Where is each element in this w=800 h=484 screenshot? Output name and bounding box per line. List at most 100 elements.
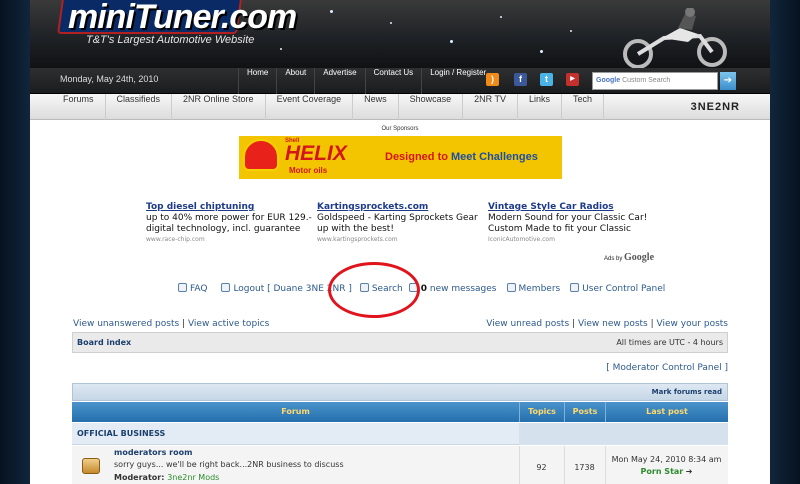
topics-column-header: Topics (519, 402, 564, 422)
faq-label: FAQ (190, 284, 208, 294)
logout-icon (221, 283, 231, 292)
current-date: Monday, May 24th, 2010 (60, 74, 159, 84)
nav-advertise[interactable]: Advertise (314, 68, 364, 94)
ads-by-google[interactable]: Ads by Google (604, 252, 654, 263)
members-label: Members (518, 284, 561, 294)
forum-category[interactable]: OFFICIAL BUSINESS (72, 423, 728, 445)
faq-link[interactable]: FAQ (178, 283, 207, 294)
separator: | (572, 319, 576, 329)
main-content: Our Sponsors Shell HELIX Motor oils Desi… (30, 120, 770, 484)
nav-about[interactable]: About (276, 68, 314, 94)
top-nav-links: Home About Advertise Contact Us Login / … (238, 68, 494, 94)
last-post-info: Mon May 24, 2010 8:34 am Porn Star ➔ (605, 454, 728, 478)
separator: | (650, 319, 654, 329)
forum-folder-icon (82, 458, 100, 474)
site-tagline: T&T's Largest Automotive Website (86, 34, 255, 46)
shell-helix-banner[interactable]: Shell HELIX Motor oils Designed to Meet … (239, 136, 562, 179)
forum-moderator: Moderator: 3ne2nr Mods (114, 473, 219, 482)
nav-contact-us[interactable]: Contact Us (364, 68, 422, 94)
last-post-user[interactable]: Porn Star (641, 467, 684, 476)
last-post-column-header: Last post (605, 402, 728, 422)
site-header: miniTuner.com T&T's Largest Automotive W… (30, 0, 770, 68)
view-active-topics[interactable]: View active topics (188, 319, 269, 329)
motocross-rider-image (623, 8, 727, 68)
board-index-bar: Board index All times are UTC - 4 hours (72, 332, 728, 353)
timezone-info: All times are UTC - 4 hours (616, 338, 723, 347)
mark-forums-read-link[interactable]: Mark forums read (652, 388, 722, 396)
section-navbar: Forums Classifieds 2NR Online Store Even… (30, 94, 770, 120)
section-nav-news[interactable]: News (353, 94, 399, 120)
ad-url: www.race-chip.com (146, 236, 205, 243)
view-unread-posts[interactable]: View unread posts (486, 319, 569, 329)
category-title[interactable]: OFFICIAL BUSINESS (77, 429, 165, 438)
section-nav-event-coverage[interactable]: Event Coverage (266, 94, 354, 120)
forum-name[interactable]: moderators room (114, 448, 192, 457)
search-input[interactable]: Google Custom Search (592, 72, 718, 90)
moderator-link[interactable]: 3ne2nr Mods (167, 473, 219, 482)
banner-tagline: Designed to Meet Challenges (385, 151, 538, 163)
twitter-icon[interactable]: t (540, 73, 553, 86)
section-nav-links[interactable]: Links (518, 94, 563, 120)
sponsors-label: Our Sponsors (381, 126, 419, 132)
user-control-panel-link[interactable]: User Control Panel (570, 283, 665, 294)
ads-by-label: Ads by (604, 256, 623, 262)
nav-login-register[interactable]: Login / Register (421, 68, 494, 94)
forum-table-header: Forum Topics Posts Last post (72, 402, 728, 422)
last-post-date: Mon May 24, 2010 8:34 am (611, 455, 722, 464)
posts-column-header: Posts (564, 402, 605, 422)
members-icon (506, 283, 516, 292)
google-brand-label: Google (596, 77, 621, 84)
site-frame: miniTuner.com T&T's Largest Automotive W… (30, 0, 770, 484)
view-unanswered-posts[interactable]: View unanswered posts (73, 319, 179, 329)
board-index-link[interactable]: Board index (77, 338, 131, 347)
forum-column-header: Forum (281, 407, 310, 416)
shell-logo-icon (243, 139, 279, 171)
text-ad[interactable]: Kartingsprockets.com Goldspeed - Karting… (317, 202, 488, 244)
mark-forums-read-bar: Mark forums read (72, 383, 728, 401)
google-label: Google (624, 252, 655, 263)
view-new-posts[interactable]: View new posts (578, 319, 648, 329)
section-nav-online-store[interactable]: 2NR Online Store (172, 94, 266, 120)
ad-url: www.kartingsprockets.com (317, 236, 398, 243)
section-nav-2nr-tv[interactable]: 2NR TV (463, 94, 519, 120)
members-link[interactable]: Members (506, 283, 561, 294)
banner-tagline-a: Designed to (385, 151, 448, 163)
post-count: 1738 (574, 463, 595, 472)
facebook-icon[interactable]: f (514, 73, 527, 86)
go-to-last-post-icon[interactable]: ➔ (686, 467, 693, 476)
text-ad[interactable]: Vintage Style Car Radios Modern Sound fo… (488, 202, 659, 244)
section-nav-tech[interactable]: Tech (562, 94, 605, 120)
search-placeholder: Custom Search (622, 77, 671, 84)
search-button[interactable]: ➔ (720, 72, 736, 90)
site-logo[interactable]: miniTuner.com (68, 0, 297, 37)
ad-title[interactable]: Kartingsprockets.com (317, 202, 488, 213)
forum-row: moderators room sorry guys... we'll be r… (72, 446, 728, 484)
ucp-icon (570, 283, 580, 292)
view-your-posts[interactable]: View your posts (657, 319, 728, 329)
section-nav-classifieds[interactable]: Classifieds (106, 94, 173, 120)
section-nav-showcase[interactable]: Showcase (399, 94, 464, 120)
3ne2nr-logo[interactable]: 3NE2NR (691, 101, 740, 113)
ucp-label: User Control Panel (582, 284, 666, 294)
messages-label: new messages (429, 284, 497, 294)
moderator-label: Moderator: (114, 473, 165, 482)
ad-body: Modern Sound for your Classic Car! Custo… (488, 213, 648, 234)
message-count: 0 (420, 284, 428, 294)
topic-count: 92 (536, 463, 547, 472)
moderator-control-panel-link[interactable]: [ Moderator Control Panel ] (606, 363, 728, 373)
forum-user-links: FAQ Logout [ Duane 3NE 2NR ] Search 0 ne… (178, 283, 738, 294)
rss-icon[interactable]: ) (486, 73, 499, 86)
nav-home[interactable]: Home (238, 68, 276, 94)
search-highlight-circle (328, 262, 420, 318)
banner-tagline-b: Meet Challenges (451, 151, 538, 163)
text-ad[interactable]: Top diesel chiptuning up to 40% more pow… (146, 202, 317, 244)
section-nav-forums[interactable]: Forums (52, 94, 106, 120)
youtube-icon[interactable]: ▶ (566, 73, 579, 86)
quick-links-left: View unanswered posts | View active topi… (73, 319, 269, 329)
category-shade (519, 423, 728, 445)
ad-title[interactable]: Vintage Style Car Radios (488, 202, 659, 213)
private-messages-link[interactable]: 0 new messages (408, 283, 497, 294)
banner-product: HELIX (285, 142, 347, 165)
text-ads: Top diesel chiptuning up to 40% more pow… (146, 202, 666, 244)
ad-title[interactable]: Top diesel chiptuning (146, 202, 317, 213)
